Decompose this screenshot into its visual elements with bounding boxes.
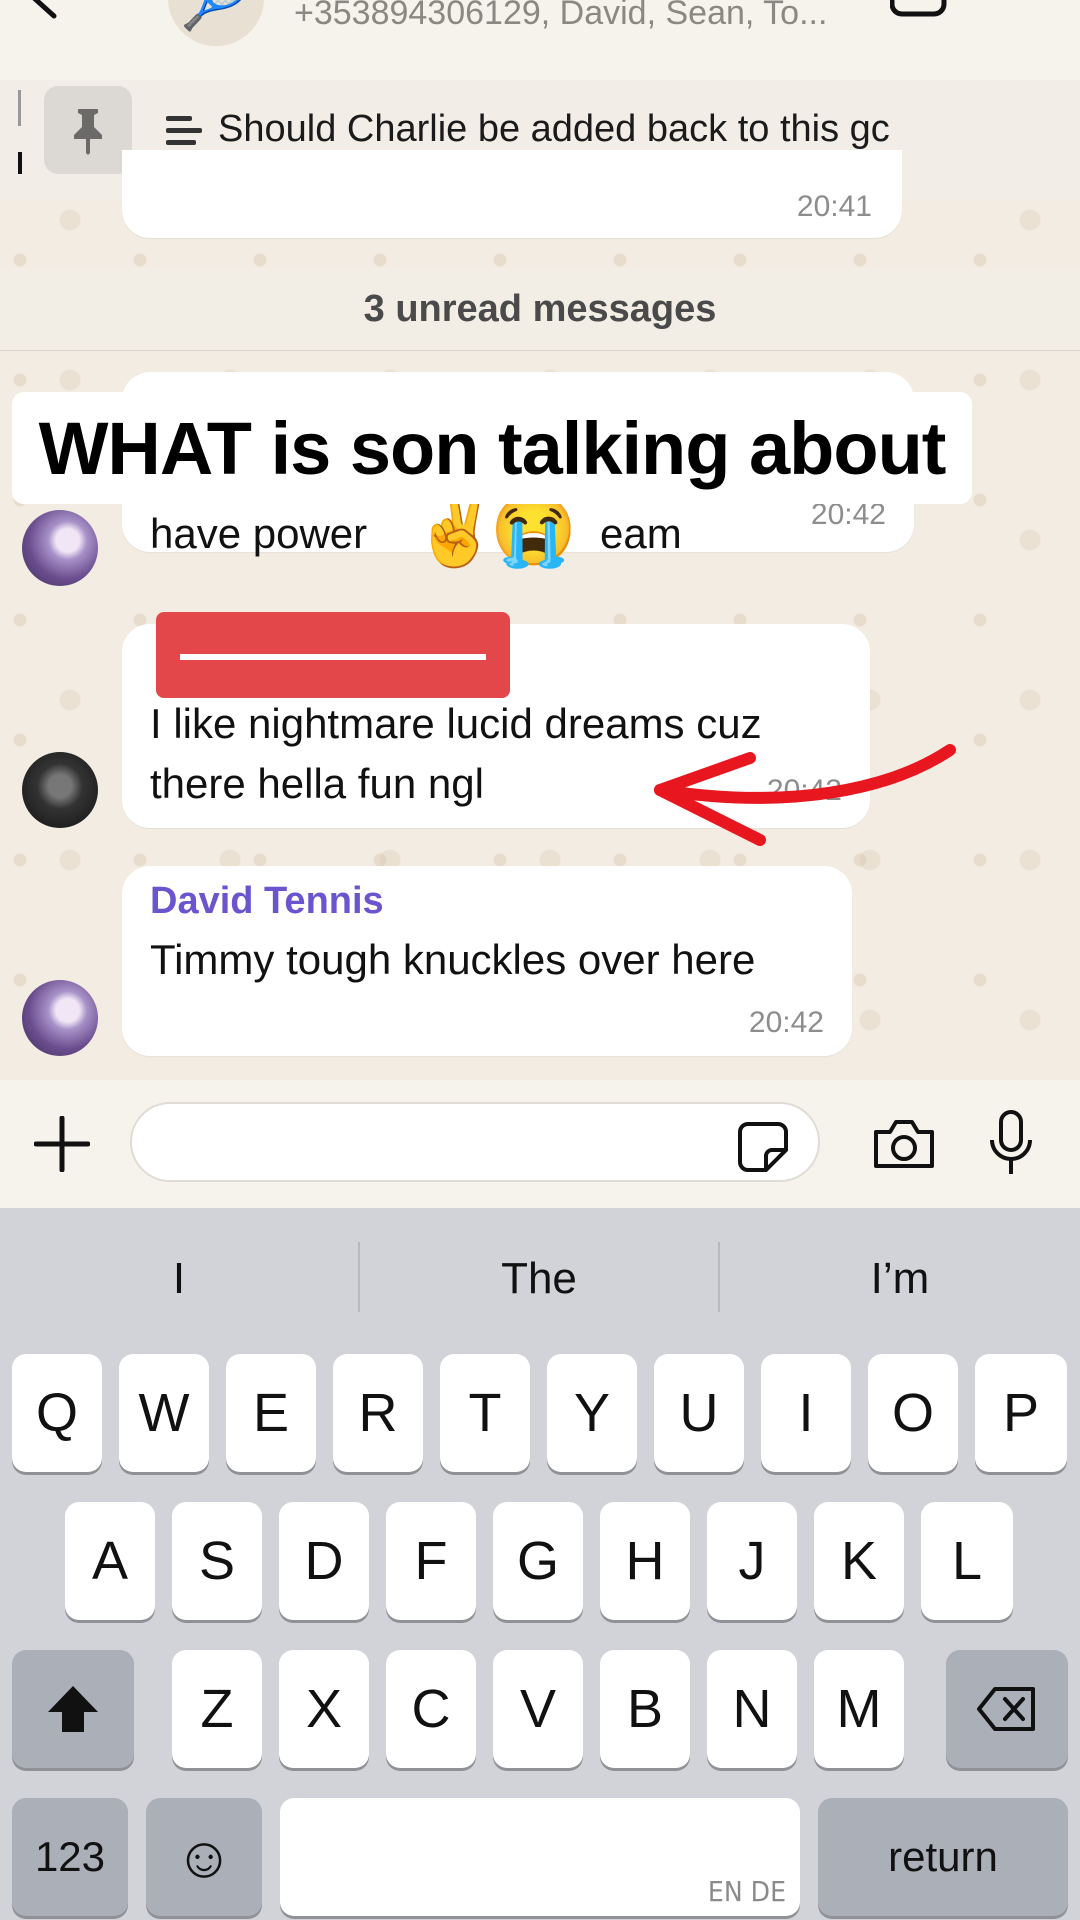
language-hint: EN DE bbox=[707, 1875, 786, 1908]
delete-key[interactable] bbox=[946, 1650, 1068, 1768]
key-t[interactable]: T bbox=[440, 1354, 530, 1472]
message-bubble[interactable]: 20:41 bbox=[122, 150, 902, 238]
video-call-icon[interactable] bbox=[890, 0, 970, 20]
key-g[interactable]: G bbox=[493, 1502, 583, 1620]
message-bubble[interactable]: David Tennis Timmy tough knuckles over h… bbox=[122, 866, 852, 1056]
key-a[interactable]: A bbox=[65, 1502, 155, 1620]
key-c[interactable]: C bbox=[386, 1650, 476, 1768]
sticker-icon[interactable] bbox=[736, 1120, 790, 1174]
key-b[interactable]: B bbox=[600, 1650, 690, 1768]
key-i[interactable]: I bbox=[761, 1354, 851, 1472]
key-m[interactable]: M bbox=[814, 1650, 904, 1768]
pin-indicator bbox=[18, 90, 22, 174]
pin-button[interactable] bbox=[44, 86, 132, 174]
suggestion-3[interactable]: I’m bbox=[720, 1240, 1080, 1318]
key-e[interactable]: E bbox=[226, 1354, 316, 1472]
key-n[interactable]: N bbox=[707, 1650, 797, 1768]
return-key[interactable]: return bbox=[818, 1798, 1068, 1916]
key-s[interactable]: S bbox=[172, 1502, 262, 1620]
message-time: 20:41 bbox=[796, 190, 872, 223]
message-input[interactable] bbox=[130, 1102, 820, 1182]
message-text: Timmy tough knuckles over here bbox=[150, 936, 756, 983]
key-h[interactable]: H bbox=[600, 1502, 690, 1620]
key-x[interactable]: X bbox=[279, 1650, 369, 1768]
camera-icon[interactable] bbox=[872, 1118, 936, 1170]
redaction-line bbox=[180, 654, 486, 660]
key-v[interactable]: V bbox=[493, 1650, 583, 1768]
message-time: 20:42 bbox=[748, 1006, 824, 1039]
key-q[interactable]: Q bbox=[12, 1354, 102, 1472]
key-z[interactable]: Z bbox=[172, 1650, 262, 1768]
key-k[interactable]: K bbox=[814, 1502, 904, 1620]
back-arrow-icon[interactable] bbox=[20, 0, 60, 20]
backspace-icon bbox=[977, 1687, 1035, 1731]
key-p[interactable]: P bbox=[975, 1354, 1067, 1472]
plus-icon[interactable] bbox=[34, 1116, 90, 1172]
emoji-icon: ☺ bbox=[174, 1824, 234, 1890]
avatar[interactable] bbox=[22, 980, 98, 1056]
key-y[interactable]: Y bbox=[547, 1354, 637, 1472]
message-text: have power bbox=[150, 510, 368, 557]
redaction-box bbox=[156, 612, 510, 698]
annotation-arrow-icon bbox=[654, 744, 956, 846]
suggestion-2[interactable]: The bbox=[360, 1240, 718, 1318]
sender-name[interactable]: David Tennis bbox=[150, 880, 384, 923]
microphone-icon[interactable] bbox=[988, 1110, 1034, 1176]
key-f[interactable]: F bbox=[386, 1502, 476, 1620]
space-key[interactable]: EN DE bbox=[280, 1798, 800, 1916]
key-l[interactable]: L bbox=[921, 1502, 1013, 1620]
emoji-key[interactable]: ☺ bbox=[146, 1798, 262, 1916]
key-j[interactable]: J bbox=[707, 1502, 797, 1620]
key-o[interactable]: O bbox=[868, 1354, 958, 1472]
key-u[interactable]: U bbox=[654, 1354, 744, 1472]
avatar[interactable] bbox=[22, 752, 98, 828]
pin-icon bbox=[74, 109, 102, 155]
key-r[interactable]: R bbox=[333, 1354, 423, 1472]
avatar[interactable] bbox=[22, 510, 98, 586]
shift-icon bbox=[48, 1686, 98, 1732]
key-w[interactable]: W bbox=[119, 1354, 209, 1472]
suggestion-1[interactable]: I bbox=[0, 1240, 358, 1318]
pinned-message-text[interactable]: Should Charlie be added back to this gc bbox=[218, 108, 890, 151]
participants-list[interactable]: +353894306129, David, Sean, To... bbox=[294, 0, 827, 33]
message-text: eam bbox=[600, 510, 682, 557]
shift-key[interactable] bbox=[12, 1650, 134, 1768]
unread-banner: 3 unread messages bbox=[0, 268, 1080, 351]
video-caption: WHAT is son talking about bbox=[12, 392, 972, 504]
key-d[interactable]: D bbox=[279, 1502, 369, 1620]
text-lines-icon bbox=[166, 116, 202, 145]
numbers-key[interactable]: 123 bbox=[12, 1798, 128, 1916]
